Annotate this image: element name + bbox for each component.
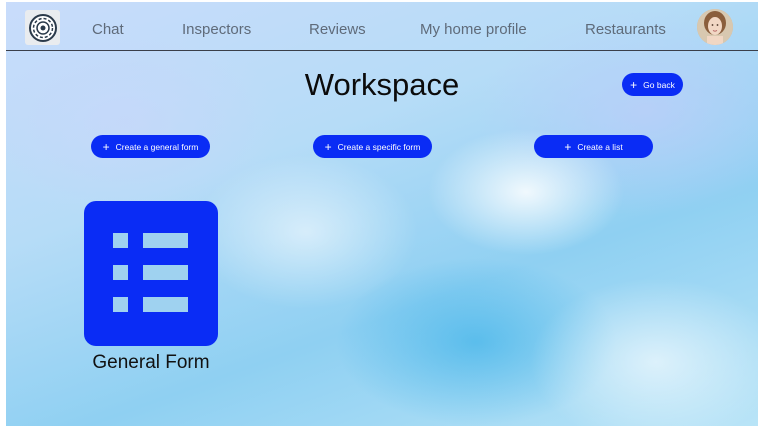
create-list-button[interactable]: + Create a list	[534, 135, 653, 158]
create-general-form-label: Create a general form	[115, 141, 199, 152]
nav-item-inspectors[interactable]: Inspectors	[182, 21, 251, 38]
create-list-label: Create a list	[577, 141, 623, 152]
nav-item-my-home-profile[interactable]: My home profile	[420, 21, 527, 38]
list-form-icon	[113, 233, 188, 312]
nav-item-reviews[interactable]: Reviews	[309, 21, 366, 38]
nav-item-chat[interactable]: Chat	[92, 21, 124, 38]
app-logo[interactable]	[25, 10, 60, 45]
go-back-label: Go back	[643, 79, 675, 90]
plus-icon: +	[564, 139, 572, 154]
general-form-label[interactable]: General Form	[66, 352, 236, 374]
create-general-form-button[interactable]: + Create a general form	[91, 135, 210, 158]
app-frame: Chat Inspectors Reviews My home profile …	[6, 2, 758, 426]
create-specific-form-button[interactable]: + Create a specific form	[313, 135, 432, 158]
nav-item-restaurants[interactable]: Restaurants	[585, 21, 666, 38]
plus-icon: +	[324, 139, 332, 154]
plus-icon: +	[102, 139, 110, 154]
create-specific-form-label: Create a specific form	[337, 141, 421, 152]
general-form-card[interactable]	[84, 201, 218, 346]
go-back-button[interactable]: + Go back	[622, 73, 683, 96]
logo-icon	[28, 13, 57, 42]
plus-icon: +	[630, 77, 638, 92]
top-navbar: Chat Inspectors Reviews My home profile …	[6, 2, 758, 51]
user-avatar[interactable]	[697, 9, 733, 45]
avatar-image	[697, 9, 733, 45]
